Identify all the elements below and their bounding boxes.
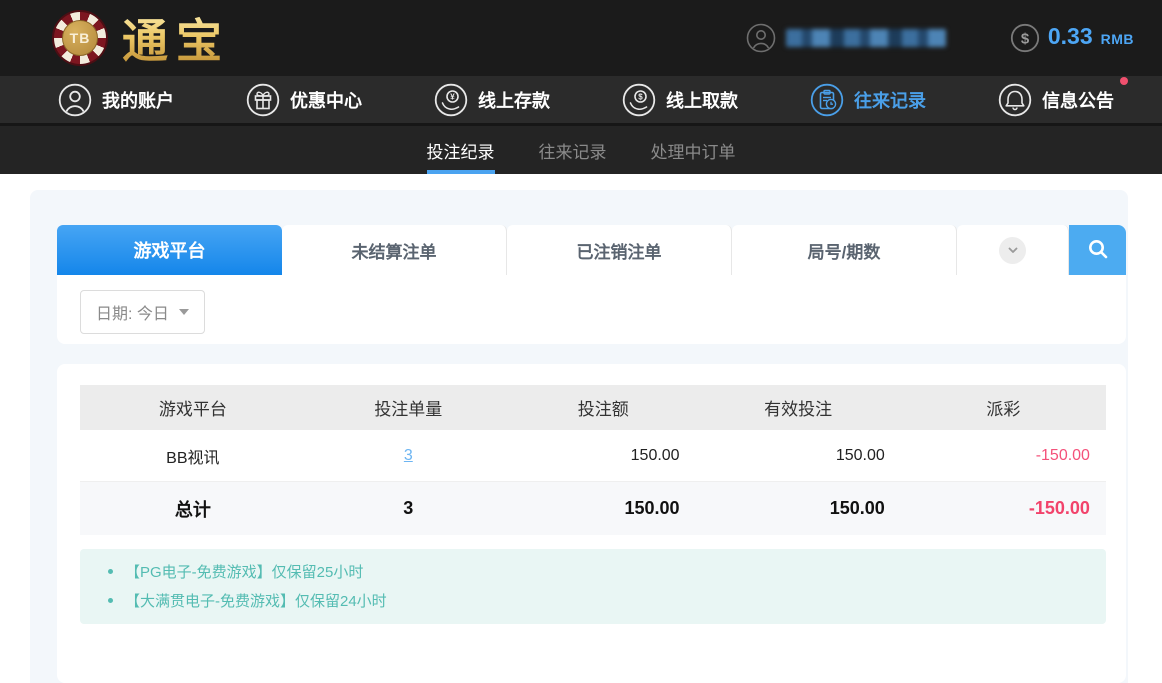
caret-down-icon: [178, 309, 189, 315]
subtab-transaction-records[interactable]: 往来记录: [539, 126, 607, 174]
results-card: 游戏平台 投注单量 投注额 有效投注 派彩 BB视讯 3 150.00 150.…: [57, 364, 1126, 683]
svg-text:¥: ¥: [450, 92, 455, 101]
svg-text:$: $: [1021, 31, 1030, 48]
date-filter-card: 日期: 今日: [57, 275, 1126, 344]
bell-icon: [998, 83, 1032, 116]
col-header-bet-count: 投注单量: [374, 400, 443, 419]
svg-text:$: $: [638, 92, 643, 101]
total-label: 总计: [174, 499, 211, 520]
table-row: BB视讯 3 150.00 150.00 -150.00: [80, 430, 1106, 482]
cell-valid-bet: 150.00: [835, 446, 885, 464]
subtab-betting-records[interactable]: 投注纪录: [426, 126, 495, 174]
nav-label: 线上存款: [478, 90, 550, 111]
search-icon: [1088, 240, 1107, 259]
cell-bet-amount: 150.00: [630, 446, 680, 464]
nav-label: 我的账户: [102, 90, 174, 111]
top-header: TB 通宝 $ 0.33 RMB: [0, 0, 1162, 76]
nav-label: 往来记录: [854, 90, 926, 111]
col-header-payout: 派彩: [986, 400, 1021, 419]
subtab-pending-orders[interactable]: 处理中订单: [651, 126, 736, 174]
date-filter-button[interactable]: 日期: 今日: [80, 290, 205, 334]
user-icon: [746, 23, 776, 53]
username-blurred: [785, 29, 946, 47]
bullet-icon: [108, 569, 113, 574]
brand-logo[interactable]: TB 通宝: [52, 5, 230, 71]
search-button[interactable]: [1069, 225, 1126, 275]
user-icon: [58, 83, 92, 116]
table-total-row: 总计 3 150.00 150.00 -150.00: [80, 482, 1106, 535]
dollar-coin-icon: $: [1010, 23, 1039, 53]
casino-chip-icon: TB: [52, 10, 108, 66]
filter-tab-round-number[interactable]: 局号/期数: [732, 225, 957, 275]
total-bet-amount: 150.00: [624, 498, 680, 518]
page: TB 通宝 $ 0.33 RMB 我的账户 优惠中心 ¥ 线上存款 $ 线上取款…: [0, 0, 1162, 683]
total-payout: -150.00: [1028, 498, 1090, 518]
balance[interactable]: $ 0.33 RMB: [1010, 23, 1134, 53]
gift-icon: [246, 83, 280, 116]
filter-tab-dropdown[interactable]: [957, 225, 1069, 275]
nav-item-my-account[interactable]: 我的账户: [58, 83, 174, 117]
records-clipboard-icon: [810, 83, 844, 116]
notice-box: 【PG电子-免费游戏】仅保留25小时 【大满贯电子-免费游戏】仅保留24小时: [80, 549, 1106, 624]
nav-label: 信息公告: [1042, 90, 1114, 111]
deposit-hand-coin-icon: ¥: [434, 83, 468, 116]
nav-item-withdraw[interactable]: $ 线上取款: [622, 83, 738, 117]
notice-text: 【大满贯电子-免费游戏】仅保留24小时: [125, 593, 387, 610]
total-valid-bet: 150.00: [829, 498, 885, 518]
nav-item-deposit[interactable]: ¥ 线上存款: [434, 83, 550, 117]
filter-tab-cancelled-bets[interactable]: 已注销注单: [507, 225, 732, 275]
balance-currency: RMB: [1100, 31, 1134, 47]
nav-label: 优惠中心: [290, 90, 362, 111]
chevron-down-icon: [999, 236, 1026, 264]
bet-count-link[interactable]: 3: [404, 447, 413, 464]
nav-label: 线上取款: [666, 90, 738, 111]
bullet-icon: [108, 598, 113, 603]
logo-monogram: TB: [62, 20, 98, 56]
filter-tabstrip: 游戏平台 未结算注单 已注销注单 局号/期数: [57, 225, 1126, 275]
notice-text: 【PG电子-免费游戏】仅保留25小时: [125, 564, 364, 581]
nav-item-transaction-records[interactable]: 往来记录: [810, 83, 926, 117]
balance-amount: 0.33: [1047, 23, 1093, 49]
header-right: $ 0.33 RMB: [746, 23, 1134, 53]
col-header-game-platform: 游戏平台: [158, 400, 227, 419]
notification-badge-dot: [1120, 76, 1128, 85]
cell-payout: -150.00: [1035, 446, 1090, 464]
nav-item-announcements[interactable]: 信息公告: [998, 76, 1128, 117]
filter-tab-unsettled-bets[interactable]: 未结算注单: [282, 225, 507, 275]
notice-line: 【PG电子-免费游戏】仅保留25小时: [80, 557, 1106, 586]
notice-line: 【大满贯电子-免费游戏】仅保留24小时: [80, 586, 1106, 615]
user-account[interactable]: [746, 23, 946, 53]
date-filter-label: 日期: 今日: [96, 306, 169, 323]
main-nav: 我的账户 优惠中心 ¥ 线上存款 $ 线上取款 往来记录 信息公告: [0, 76, 1162, 126]
col-header-bet-amount: 投注额: [577, 400, 629, 419]
nav-item-promotions[interactable]: 优惠中心: [246, 83, 362, 117]
col-header-valid-bet: 有效投注: [764, 400, 833, 419]
table-header-row: 游戏平台 投注单量 投注额 有效投注 派彩: [80, 385, 1106, 430]
content-panel: 游戏平台 未结算注单 已注销注单 局号/期数 日期: 今日 游戏平台 投注单量 …: [30, 190, 1128, 683]
cell-platform: BB视讯: [166, 449, 220, 467]
filter-tab-game-platform[interactable]: 游戏平台: [57, 225, 282, 275]
withdraw-hand-coin-icon: $: [622, 83, 656, 116]
total-bet-count: 3: [403, 498, 414, 518]
sub-nav: 投注纪录 往来记录 处理中订单: [0, 126, 1162, 174]
brand-name: 通宝: [122, 5, 230, 71]
